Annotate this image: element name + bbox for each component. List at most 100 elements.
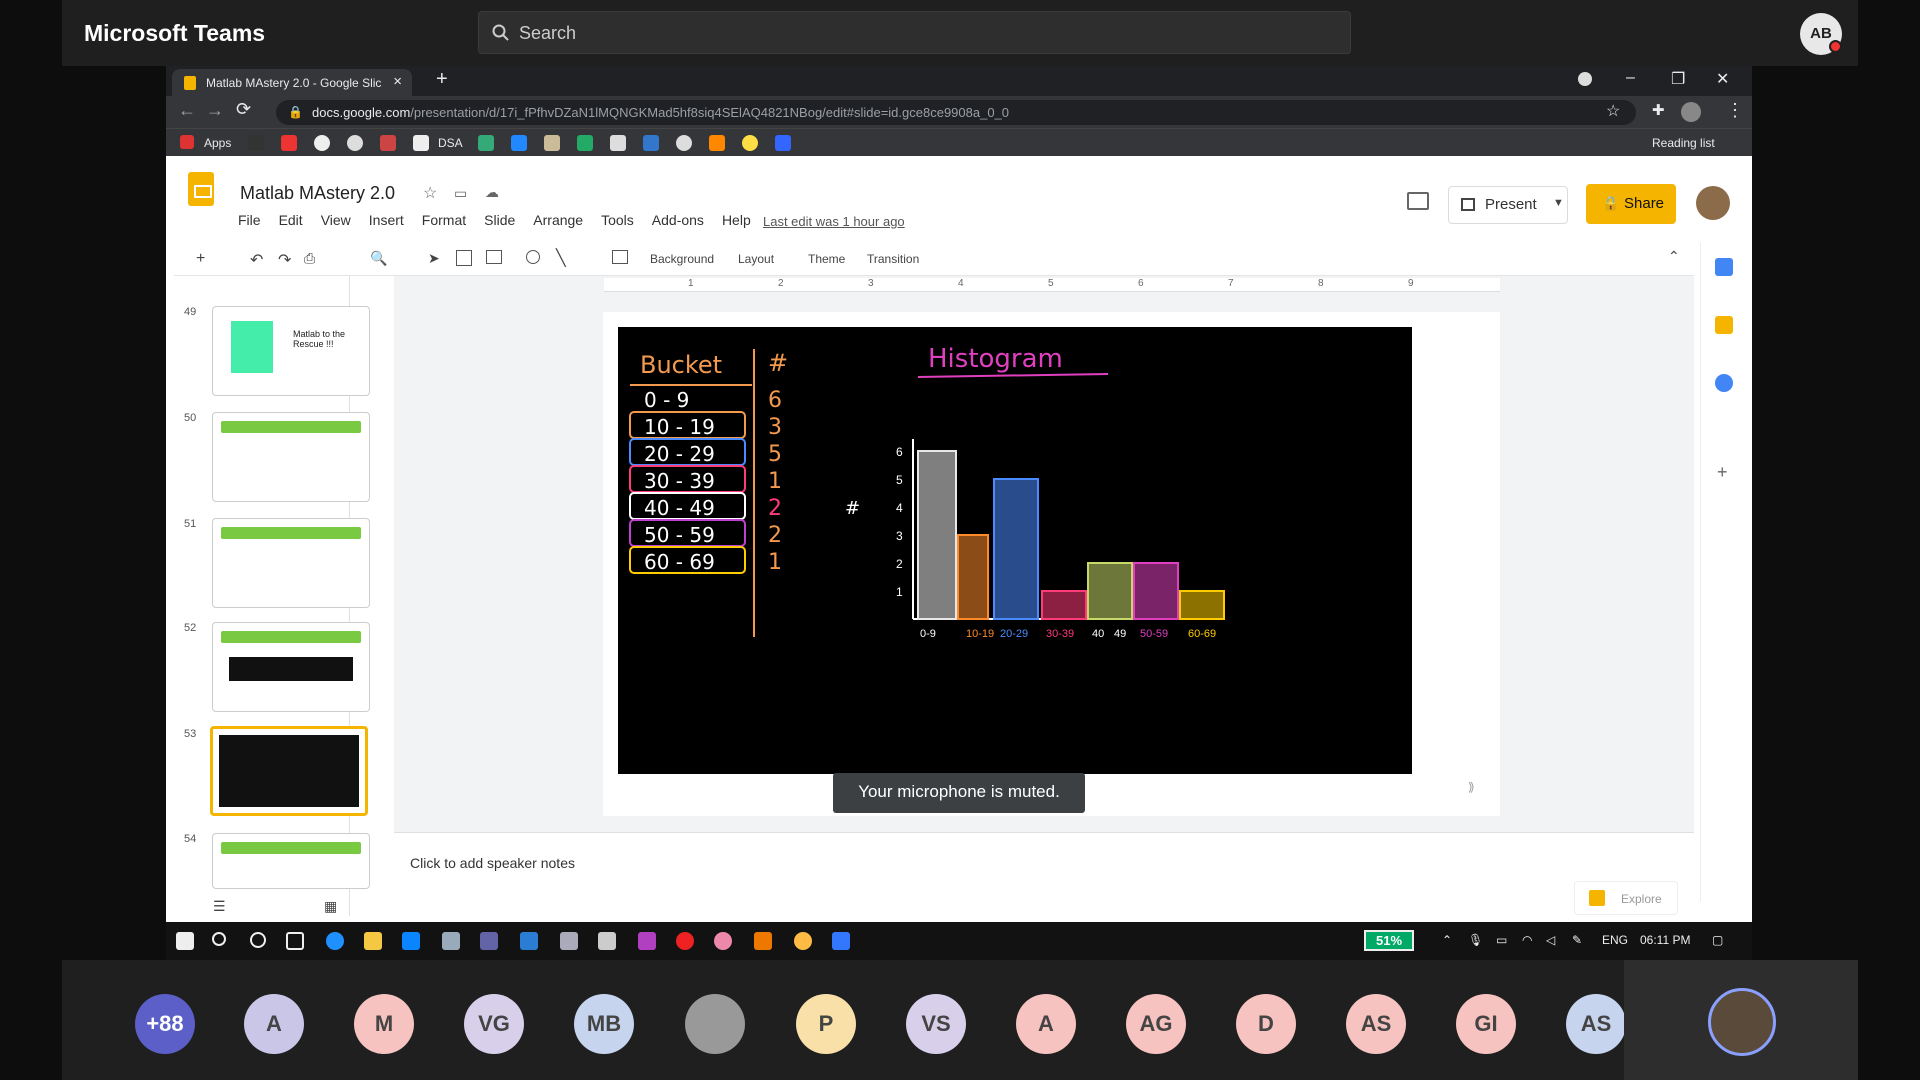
back-icon[interactable]: ← <box>178 100 196 121</box>
search-icon[interactable] <box>212 932 226 946</box>
bookmark-icon[interactable] <box>643 135 659 151</box>
wifi-icon[interactable]: ◠ <box>1522 933 1532 947</box>
chrome-icon[interactable] <box>347 135 363 151</box>
participant-avatar[interactable]: AS <box>1346 994 1406 1054</box>
app-icon[interactable] <box>638 932 656 950</box>
speaker-notes[interactable] <box>394 832 1694 924</box>
keep-icon[interactable] <box>1715 316 1733 334</box>
participant-avatar[interactable]: P <box>796 994 856 1054</box>
shape-icon[interactable] <box>526 250 540 264</box>
collapse-chevron-icon[interactable]: ⌃ <box>1668 248 1680 265</box>
close-window-icon[interactable]: ✕ <box>1716 69 1729 89</box>
slide-thumbnail[interactable] <box>212 412 370 502</box>
bookmark-icon[interactable] <box>544 135 560 151</box>
line-icon[interactable]: ╲ <box>556 248 566 268</box>
close-tab-icon[interactable]: × <box>393 73 402 90</box>
cortana-icon[interactable] <box>250 932 266 948</box>
bookmark-icon[interactable] <box>742 135 758 151</box>
tasks-icon[interactable] <box>1715 374 1733 392</box>
filmstrip-view-icon[interactable]: ☰ <box>213 898 226 915</box>
star-icon[interactable]: ☆ <box>1606 101 1620 121</box>
bookmark-apps[interactable]: Apps <box>204 136 231 150</box>
chrome-icon[interactable] <box>794 932 812 950</box>
background-button[interactable]: Background <box>650 252 714 266</box>
slide-thumbnail[interactable] <box>212 518 370 608</box>
participant-avatar[interactable]: AS <box>1566 994 1626 1054</box>
bookmark-icon[interactable] <box>577 135 593 151</box>
transition-button[interactable]: Transition <box>867 252 919 266</box>
slide-thumbnail-selected[interactable] <box>210 726 368 816</box>
menu-tools[interactable]: Tools <box>601 212 634 228</box>
participant-avatar[interactable]: M <box>354 994 414 1054</box>
pen-icon[interactable]: ✎ <box>1572 933 1582 947</box>
forward-icon[interactable]: → <box>206 100 224 121</box>
bookmark-icon[interactable] <box>610 135 626 151</box>
move-folder-icon[interactable]: ▭ <box>454 185 467 202</box>
comments-icon[interactable] <box>1407 192 1429 210</box>
bookmark-icon[interactable] <box>478 135 494 151</box>
zoom-icon[interactable]: 🔍 <box>370 250 387 267</box>
app-icon[interactable] <box>560 932 578 950</box>
store-icon[interactable] <box>402 932 420 950</box>
task-view-icon[interactable] <box>286 932 304 950</box>
theme-button[interactable]: Theme <box>808 252 845 266</box>
slide-thumbnail[interactable] <box>212 833 370 889</box>
menu-edit[interactable]: Edit <box>279 212 303 228</box>
mic-icon[interactable]: 🎙 <box>1468 933 1483 947</box>
bookmark-icon[interactable] <box>248 135 264 151</box>
battery-indicator[interactable]: 51% <box>1364 930 1414 951</box>
reload-icon[interactable]: ⟳ <box>236 99 251 120</box>
participant-avatar[interactable] <box>685 994 745 1054</box>
grid-view-icon[interactable]: ▦ <box>324 898 337 915</box>
slides-logo-icon[interactable] <box>188 172 214 206</box>
tray-chevron-icon[interactable]: ⌃ <box>1442 933 1452 947</box>
participant-avatar[interactable]: VG <box>464 994 524 1054</box>
avatar[interactable] <box>1696 186 1730 220</box>
edge-icon[interactable] <box>326 932 344 950</box>
slide-thumbnail[interactable]: Matlab to the Rescue !!! <box>212 306 370 396</box>
menu-insert[interactable]: Insert <box>369 212 404 228</box>
new-tab-icon[interactable]: + <box>436 68 448 91</box>
language-indicator[interactable]: ENG <box>1602 933 1628 947</box>
file-explorer-icon[interactable] <box>364 932 382 950</box>
apps-grid-icon[interactable] <box>180 135 194 149</box>
network-icon[interactable]: ▭ <box>1496 933 1507 947</box>
volume-icon[interactable]: ◁ <box>1546 933 1555 947</box>
github-icon[interactable] <box>314 135 330 151</box>
add-icon[interactable]: + <box>1717 462 1728 483</box>
last-edit-link[interactable]: Last edit was 1 hour ago <box>763 214 905 229</box>
undo-icon[interactable]: ↶ <box>250 250 263 270</box>
minimize-icon[interactable]: – <box>1626 69 1635 87</box>
explore-button[interactable]: Explore <box>1574 881 1678 915</box>
opera-icon[interactable] <box>676 932 694 950</box>
extensions-icon[interactable]: ✚ <box>1652 101 1665 119</box>
youtube-icon[interactable] <box>281 135 297 151</box>
calendar-icon[interactable] <box>1715 258 1733 276</box>
image-icon[interactable] <box>486 250 502 264</box>
menu-addons[interactable]: Add-ons <box>652 212 704 228</box>
participant-avatar[interactable]: A <box>244 994 304 1054</box>
bookmark-icon[interactable] <box>709 135 725 151</box>
expand-notes-icon[interactable]: ⟫ <box>1468 780 1475 794</box>
menu-file[interactable]: File <box>238 212 261 228</box>
bookmark-icon[interactable] <box>676 135 692 151</box>
menu-arrange[interactable]: Arrange <box>533 212 583 228</box>
chevron-down-icon[interactable]: ▼ <box>1553 197 1564 209</box>
slide-canvas[interactable]: Bucket # 0 - 9 6 10 - 19 3 20 - 29 5 30 - 39 1 4… <box>618 327 1412 774</box>
bookmark-icon[interactable] <box>775 135 791 151</box>
redo-icon[interactable]: ↷ <box>278 250 291 270</box>
participant-avatar[interactable]: MB <box>574 994 634 1054</box>
layout-button[interactable]: Layout <box>738 252 774 266</box>
notifications-icon[interactable]: ▢ <box>1712 933 1723 947</box>
participant-avatar[interactable]: AG <box>1126 994 1186 1054</box>
self-video-tile[interactable] <box>1624 960 1858 1080</box>
gmail-icon[interactable] <box>380 135 396 151</box>
slide-thumbnail[interactable] <box>212 622 370 712</box>
new-slide-icon[interactable]: + <box>196 250 205 268</box>
menu-view[interactable]: View <box>321 212 351 228</box>
menu-format[interactable]: Format <box>422 212 466 228</box>
chrome-icon[interactable] <box>714 932 732 950</box>
app-icon[interactable] <box>832 932 850 950</box>
app-icon[interactable] <box>442 932 460 950</box>
clock[interactable]: 06:11 PM <box>1640 933 1690 947</box>
